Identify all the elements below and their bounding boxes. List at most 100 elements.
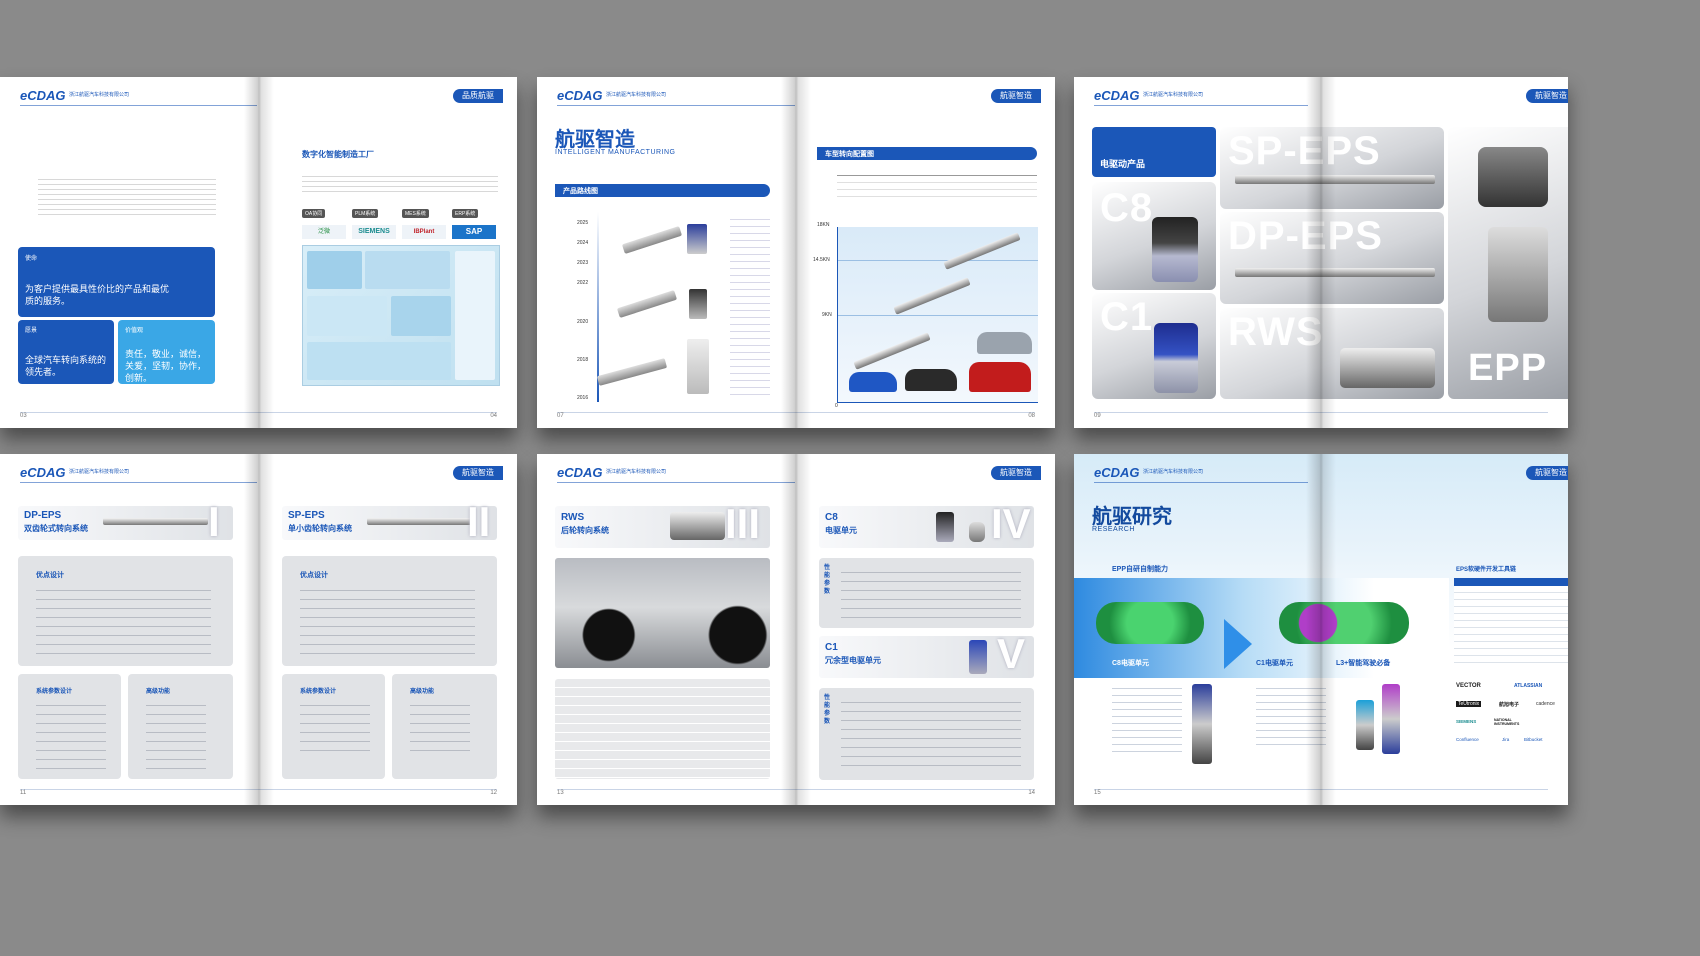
rws-title: RWS [561,512,585,523]
year-2024: 2024 [577,240,589,246]
system-oa: OA协同 [302,209,326,218]
brand-hangxu: 航旭电子 [1499,702,1520,708]
advantages-list [36,584,211,659]
company-name: 浙江航驱汽车科技有限公司 [606,469,667,475]
config-label: 车型转向配置图 [825,151,874,158]
car-suv-black [905,369,957,391]
c8-spec-list [1112,682,1182,754]
toolchain-heading: EPS软硬件开发工具链 [1456,567,1517,573]
intro-paragraph [38,175,216,215]
page-number-right: 08 [1028,413,1035,419]
year-2022: 2022 [577,280,589,286]
c8-title: C8 [825,512,838,523]
electric-products-box: 电驱动产品 [1092,127,1216,177]
load-band-mid [838,260,1038,261]
steering-rack-image [621,225,683,255]
vision-text: 全球汽车转向系统的领先者。 [25,355,107,377]
manufacturing-subtitle: INTELLIGENT MANUFACTURING [555,149,676,156]
rws-actuator-image [1340,348,1435,388]
c1-motor-image [969,640,987,674]
ecdag-logo: eCDAG [557,465,603,480]
section-tag: 品质航驱 [453,89,503,103]
load-14-5kn: 14.5KN [813,257,830,263]
electric-products-label: 电驱动产品 [1100,159,1146,169]
steering-rack-image [596,358,668,386]
c8-motor-image [1152,217,1198,282]
header-rule [557,482,795,483]
motor-unit-image [689,289,707,319]
page-number-left: 03 [20,413,27,419]
epp-gearbox-image [1478,147,1548,207]
section-tag: 航驱智造 [1526,466,1568,480]
config-bar: 车型转向配置图 [817,147,1037,160]
sp-eps-title: SP-EPS [288,510,325,521]
params-heading: 系统参数设计 [36,689,73,695]
year-2018: 2018 [577,357,589,363]
params-list [36,699,106,769]
year-2025: 2025 [577,220,589,226]
brochure-spread-5: eCDAG 浙江航驱汽车科技有限公司 航驱智造 RWS 后轮转向系统 III C… [537,454,1055,805]
footer-rule [1094,789,1548,790]
l3-autonomy-label: L3+智能驾驶必备 [1336,660,1391,667]
footer-rule [20,412,497,413]
values-box: 价值观 责任，敬业，诚信，关爱，坚韧，协作，创新。 [118,320,215,384]
features-list [146,699,206,769]
brochure-spread-4: eCDAG 浙江航驱汽车科技有限公司 航驱智造 DP-EPS 双齿轮式转向系统 … [0,454,517,805]
brochure-spread-3: eCDAG 浙江航驱汽车科技有限公司 航驱智造 电驱动产品 C8 C1 SP-E… [1074,77,1568,428]
brochure-spread-1: eCDAG 浙江航驱汽车科技有限公司 品质航驱 使命 为客户提供最具性价比的产品… [0,77,517,428]
brand-teutronix: TeUtronix [1456,701,1482,707]
load-0: 0 [835,403,838,409]
company-name: 浙江航驱汽车科技有限公司 [69,469,130,475]
advantages-list [300,584,475,659]
page-number-right: 14 [1028,790,1035,796]
toolchain-table [1454,578,1568,668]
roman-numeral-2: II [467,498,491,545]
product-tile-sp-eps: SP-EPS [1220,127,1444,209]
sp-eps-header: SP-EPS 单小齿轮转向系统 II [282,498,497,545]
roadmap-label: 产品路线图 [563,188,598,195]
system-erp: ERP系统 [452,209,479,218]
product-tile-rws: RWS [1220,308,1444,399]
c8-exploded-image [1192,684,1212,764]
features-heading: 高级功能 [146,689,171,695]
car-hatch-blue [849,372,897,392]
product-rws-name: RWS [1228,310,1324,354]
systems-row: OA协同 PLM系统 MES系统 ERP系统 [302,209,498,219]
product-c8-name: C8 [1100,186,1154,230]
config-table [837,175,1037,198]
flow-arrow-icon [1224,619,1252,669]
ecdag-logo: eCDAG [557,88,603,103]
flow-box-1 [307,251,362,289]
product-tile-c8: C8 [1092,182,1216,290]
advantages-heading: 优点设计 [300,572,328,579]
features-heading: 高级功能 [410,689,435,695]
year-2023: 2023 [577,260,589,266]
motor-unit-image [687,224,707,254]
dp-eps-title: DP-EPS [24,510,62,521]
dp-eps-subtitle: 双齿轮式转向系统 [24,524,88,533]
section-tag: 航驱智造 [1526,89,1568,103]
company-name: 浙江航驱汽车科技有限公司 [1143,469,1204,475]
page-number-left: 09 [1094,413,1101,419]
header-rule [557,105,795,106]
product-tile-epp: EPP [1448,127,1568,399]
product-c1-name: C1 [1100,295,1154,339]
c1-perf-panel: 性能参数 [819,688,1034,780]
header-rule [1094,105,1308,106]
brand-jira: Jira [1502,737,1510,742]
params-heading: 系统参数设计 [300,689,337,695]
header-rule [1094,482,1308,483]
sp-eps-rack-image [1235,175,1435,184]
mission-text: 为客户提供最具性价比的产品和最优质的服务。 [25,284,170,306]
values-label: 价值观 [125,328,144,334]
load-band-low [838,315,1038,316]
brand-vector: VECTOR [1456,683,1481,689]
roman-numeral-5: V [997,630,1026,677]
ecdag-logo: eCDAG [20,465,66,480]
flow-box-4 [391,296,451,336]
sp-eps-features-panel: 高级功能 [392,674,497,779]
roadmap-bar: 产品路线图 [555,184,770,197]
c8-header: C8 电驱单元 IV [819,500,1034,548]
company-name: 浙江航驱汽车科技有限公司 [1143,92,1204,98]
sp-eps-params-panel: 系统参数设计 [282,674,385,779]
